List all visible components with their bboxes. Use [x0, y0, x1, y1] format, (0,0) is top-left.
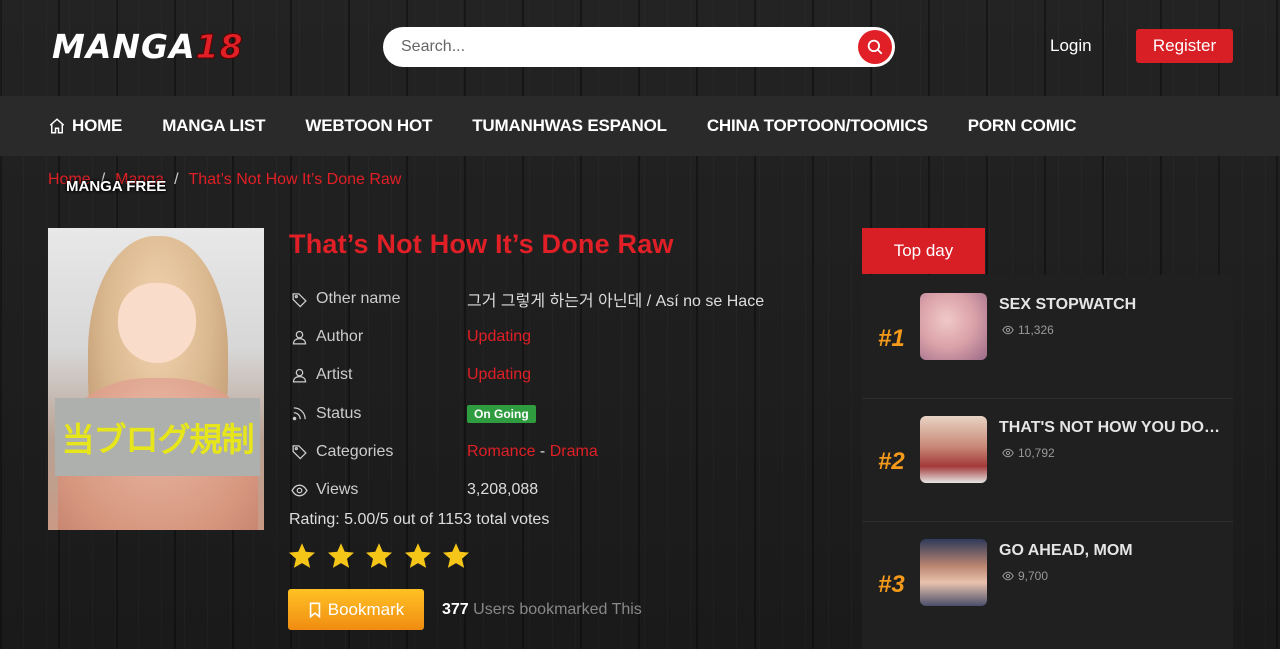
search-input[interactable] — [383, 38, 858, 56]
user-icon — [292, 368, 307, 383]
top-day-item[interactable]: #3 GO AHEAD, MOM 9,700 — [862, 521, 1233, 643]
top-day-panel: #1 SEX STOPWATCH 11,326 #2 THAT'S NOT HO… — [862, 275, 1233, 649]
nav-label: MANGA LIST — [162, 116, 266, 135]
nav-label: TUMANHWAS ESPANOL — [472, 116, 667, 135]
nav-label: CHINA TOPTOON/TOOMICS — [706, 116, 928, 135]
search-bar — [383, 27, 895, 67]
rss-icon — [292, 407, 306, 421]
views-value: 10,792 — [1018, 446, 1055, 460]
view-count: 10,792 — [1002, 446, 1055, 460]
author-label: Author — [316, 328, 364, 346]
manga-name[interactable]: GO AHEAD, MOM — [999, 542, 1221, 560]
other-name-value: 그거 그렇게 하는거 아닌데 / Así no se Hace — [467, 293, 765, 311]
nav-item-webtoon-hot[interactable]: WEBTOON HOT — [305, 116, 432, 136]
bookmark-count-text: 377 Users bookmarked This — [442, 601, 642, 619]
home-icon — [49, 118, 65, 134]
nav-label: WEBTOON HOT — [305, 116, 433, 135]
search-button[interactable] — [858, 30, 892, 64]
star-rating — [287, 541, 480, 571]
main-nav: HOME MANGA LIST WEBTOON HOT TUMANHWAS ES… — [0, 96, 1280, 156]
nav-label: HOME — [72, 116, 123, 135]
site-logo[interactable]: MANGA 18 — [52, 26, 244, 66]
star-icon[interactable] — [364, 541, 394, 571]
nav-item-manga-list[interactable]: MANGA LIST — [162, 116, 265, 136]
tag-icon — [292, 292, 307, 308]
manga-free-overlay: MANGA FREE — [66, 178, 167, 195]
category-link-romance[interactable]: Romance — [467, 443, 535, 460]
bookmark-icon — [309, 602, 320, 618]
logo-text: MANGA — [52, 26, 196, 66]
tag-icon — [292, 445, 307, 460]
eye-icon — [1002, 448, 1014, 458]
status-badge: On Going — [467, 404, 536, 423]
star-icon[interactable] — [287, 541, 317, 571]
info-row-other-name: Other name 그거 그렇게 하는거 아닌데 / Así no se Ha… — [291, 280, 831, 318]
breadcrumb-separator: / — [174, 171, 179, 188]
star-icon[interactable] — [326, 541, 356, 571]
register-button[interactable]: Register — [1136, 29, 1233, 63]
view-count: 11,326 — [1002, 323, 1054, 337]
bookmark-count: 377 — [442, 601, 469, 618]
star-icon[interactable] — [403, 541, 433, 571]
nav-item-china-toptoon[interactable]: CHINA TOPTOON/TOOMICS — [707, 116, 928, 136]
tab-top-day[interactable]: Top day — [862, 228, 985, 274]
nav-item-home[interactable]: HOME — [48, 116, 122, 136]
manga-cover[interactable] — [48, 228, 264, 530]
rating-text: Rating: 5.00/5 out of 1153 total votes — [289, 511, 550, 528]
top-bar: MANGA18 Login Register — [0, 0, 1280, 96]
info-row-views: Views 3,208,088 — [291, 471, 831, 509]
censor-overlay: 当ブログ規制 — [55, 398, 260, 476]
user-icon — [292, 330, 307, 345]
manga-name[interactable]: THAT'S NOT HOW YOU DO IT — [999, 419, 1221, 437]
views-value: 11,326 — [1018, 323, 1054, 337]
nav-item-tumanhwas-espanol[interactable]: TUMANHWAS ESPANOL — [472, 116, 667, 136]
views-value: 3,208,088 — [467, 481, 539, 499]
bookmark-suffix: Users bookmarked This — [468, 601, 642, 618]
breadcrumb-current[interactable]: That’s Not How It’s Done Raw — [189, 171, 402, 189]
bookmark-button[interactable]: Bookmark — [288, 589, 424, 630]
manga-thumbnail[interactable] — [920, 539, 987, 606]
rank-label: #3 — [878, 571, 905, 598]
top-day-item[interactable]: #2 THAT'S NOT HOW YOU DO IT 10,792 — [862, 398, 1233, 520]
cover-illustration-face — [118, 283, 196, 363]
status-label: Status — [316, 404, 362, 422]
star-icon[interactable] — [441, 541, 471, 571]
view-count: 9,700 — [1002, 569, 1048, 583]
artist-label: Artist — [316, 366, 353, 384]
info-row-status: Status On Going — [291, 395, 831, 433]
eye-icon — [1002, 571, 1014, 581]
nav-label: PORN COMIC — [967, 116, 1077, 135]
eye-icon — [1002, 325, 1014, 335]
other-name-label: Other name — [316, 290, 401, 308]
search-icon — [867, 39, 883, 55]
info-row-artist: Artist Updating — [291, 356, 831, 394]
info-row-author: Author Updating — [291, 318, 831, 356]
views-label: Views — [316, 481, 359, 499]
author-value[interactable]: Updating — [467, 328, 531, 346]
rank-label: #1 — [878, 325, 905, 352]
artist-value[interactable]: Updating — [467, 366, 531, 384]
top-day-item[interactable]: #1 SEX STOPWATCH 11,326 — [862, 275, 1233, 397]
manga-title: That’s Not How It’s Done Raw — [289, 229, 674, 259]
views-value: 9,700 — [1018, 569, 1049, 583]
manga-info: Other name 그거 그렇게 하는거 아닌데 / Así no se Ha… — [291, 280, 831, 509]
manga-name[interactable]: SEX STOPWATCH — [999, 296, 1221, 314]
manga-thumbnail[interactable] — [920, 293, 987, 360]
categories-label: Categories — [316, 442, 394, 460]
logo-number: 18 — [195, 26, 244, 66]
nav-item-porn-comic[interactable]: PORN COMIC — [968, 116, 1077, 136]
manga-thumbnail[interactable] — [920, 416, 987, 483]
bookmark-label: Bookmark — [327, 599, 405, 619]
login-link[interactable]: Login — [1050, 36, 1092, 56]
category-separator: - — [535, 442, 550, 460]
eye-icon — [291, 484, 308, 496]
category-link-drama[interactable]: Drama — [550, 443, 598, 460]
rank-label: #2 — [878, 448, 905, 475]
info-row-categories: Categories Romance - Drama — [291, 433, 831, 471]
